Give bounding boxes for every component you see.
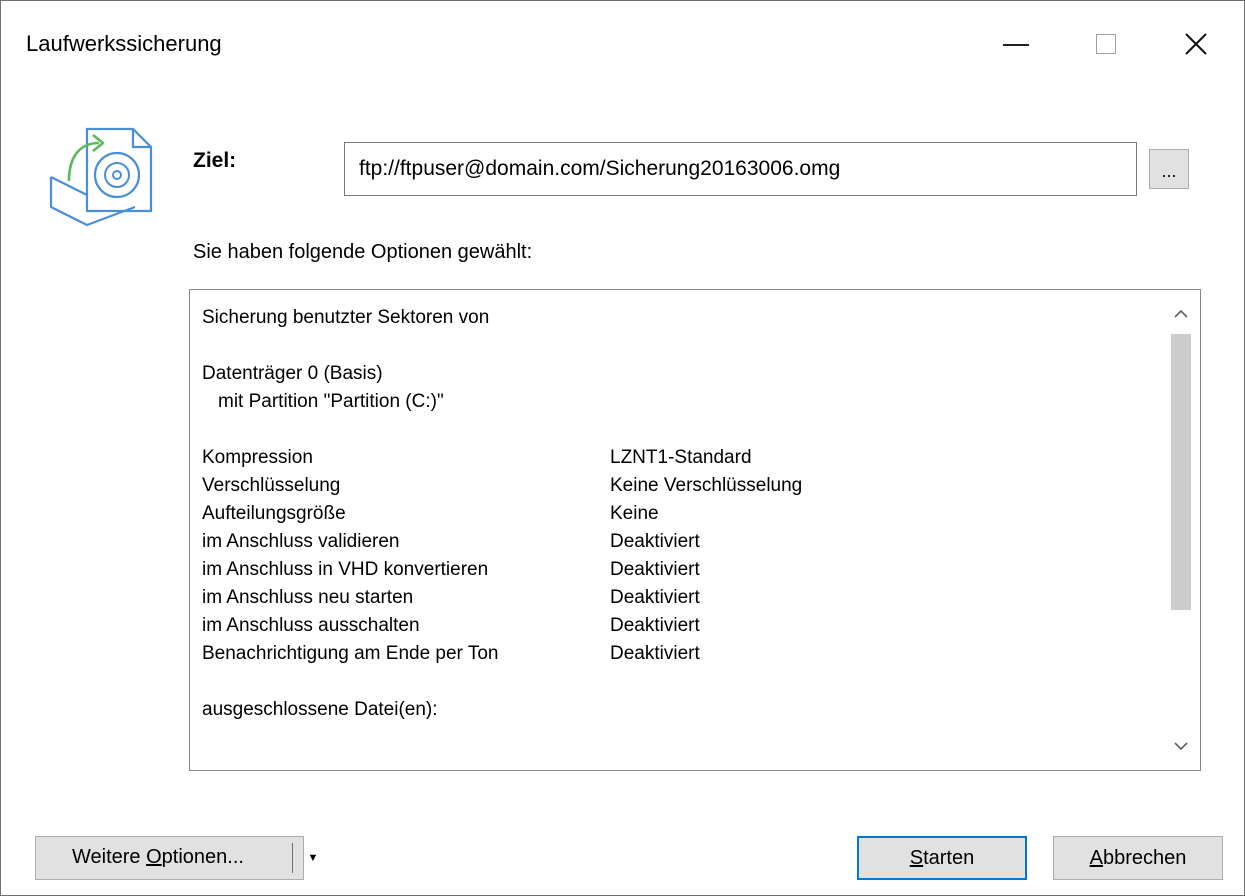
scroll-up-button[interactable] [1162, 294, 1200, 334]
setting-row: Verschlüsselung Keine Verschlüsselung [202, 472, 1142, 500]
excluded-files-label: ausgeschlossene Datei(en): [202, 699, 438, 720]
setting-row: Benachrichtigung am Ende per Ton Deaktivi… [202, 640, 1142, 668]
setting-value: Keine Verschlüsselung [610, 475, 803, 496]
cancel-button[interactable]: Abbrechen [1053, 836, 1223, 880]
target-label: Ziel: [193, 149, 237, 172]
setting-key: im Anschluss in VHD konvertieren [202, 559, 489, 580]
setting-key: Aufteilungsgröße [202, 503, 346, 524]
setting-value: Deaktiviert [610, 615, 700, 636]
scroll-thumb[interactable] [1171, 334, 1191, 610]
minimize-icon [1003, 44, 1029, 46]
setting-key: Kompression [202, 447, 313, 468]
chevron-up-icon [1174, 309, 1188, 318]
start-button[interactable]: Starten [857, 836, 1027, 880]
summary-disk: Datenträger 0 (Basis) [202, 363, 383, 384]
setting-value: Deaktiviert [610, 531, 700, 552]
split-divider [292, 843, 293, 873]
cancel-label: Abbrechen [1089, 846, 1187, 869]
caret-down-icon[interactable]: ▼ [298, 837, 328, 879]
setting-key: Verschlüsselung [202, 475, 341, 496]
browse-button[interactable]: ... [1149, 149, 1189, 189]
options-heading: Sie haben folgende Optionen gewählt: [193, 241, 533, 263]
minimize-button[interactable] [971, 1, 1061, 87]
setting-key: im Anschluss validieren [202, 531, 400, 552]
setting-row: im Anschluss in VHD konvertieren Deaktivi… [202, 556, 1142, 584]
close-icon [1185, 33, 1207, 55]
target-path-field[interactable]: ftp://ftpuser@domain.com/Sicherung201630… [344, 142, 1137, 196]
close-button[interactable] [1151, 1, 1241, 87]
setting-key: im Anschluss ausschalten [202, 615, 420, 636]
setting-row: im Anschluss validieren Deaktiviert [202, 528, 1142, 556]
window-title: Laufwerkssicherung [26, 31, 222, 56]
scroll-down-button[interactable] [1162, 726, 1200, 766]
options-summary-box[interactable]: Sicherung benutzter Sektoren von Datentr… [189, 289, 1201, 771]
chevron-down-icon [1174, 742, 1188, 751]
drive-backup-icon [47, 115, 161, 229]
setting-key: im Anschluss neu starten [202, 587, 414, 608]
backup-dialog: Laufwerkssicherung Ziel: ftp://ftpuser@d… [0, 0, 1245, 896]
options-summary-text: Sicherung benutzter Sektoren von Datentr… [202, 304, 1142, 724]
setting-row: im Anschluss neu starten Deaktiviert [202, 584, 1142, 612]
setting-key: Benachrichtigung am Ende per Ton [202, 643, 499, 664]
title-bar[interactable]: Laufwerkssicherung [1, 1, 1244, 87]
setting-row: im Anschluss ausschalten Deaktiviert [202, 612, 1142, 640]
vertical-scrollbar[interactable] [1162, 290, 1200, 770]
summary-partition: mit Partition "Partition (C:)" [218, 391, 444, 412]
setting-value: Deaktiviert [610, 587, 700, 608]
summary-intro: Sicherung benutzter Sektoren von [202, 307, 490, 328]
maximize-button [1061, 1, 1151, 87]
more-options-label: Weitere Optionen... [72, 846, 244, 868]
setting-value: Keine [610, 503, 659, 524]
setting-row: Aufteilungsgröße Keine [202, 500, 1142, 528]
setting-value: LZNT1-Standard [610, 447, 752, 468]
setting-row: Kompression LZNT1-Standard [202, 444, 1142, 472]
maximize-icon [1096, 34, 1116, 54]
more-options-button[interactable]: Weitere Optionen... ▼ [35, 836, 318, 880]
start-label: Starten [909, 846, 975, 869]
setting-value: Deaktiviert [610, 559, 700, 580]
setting-value: Deaktiviert [610, 643, 700, 664]
